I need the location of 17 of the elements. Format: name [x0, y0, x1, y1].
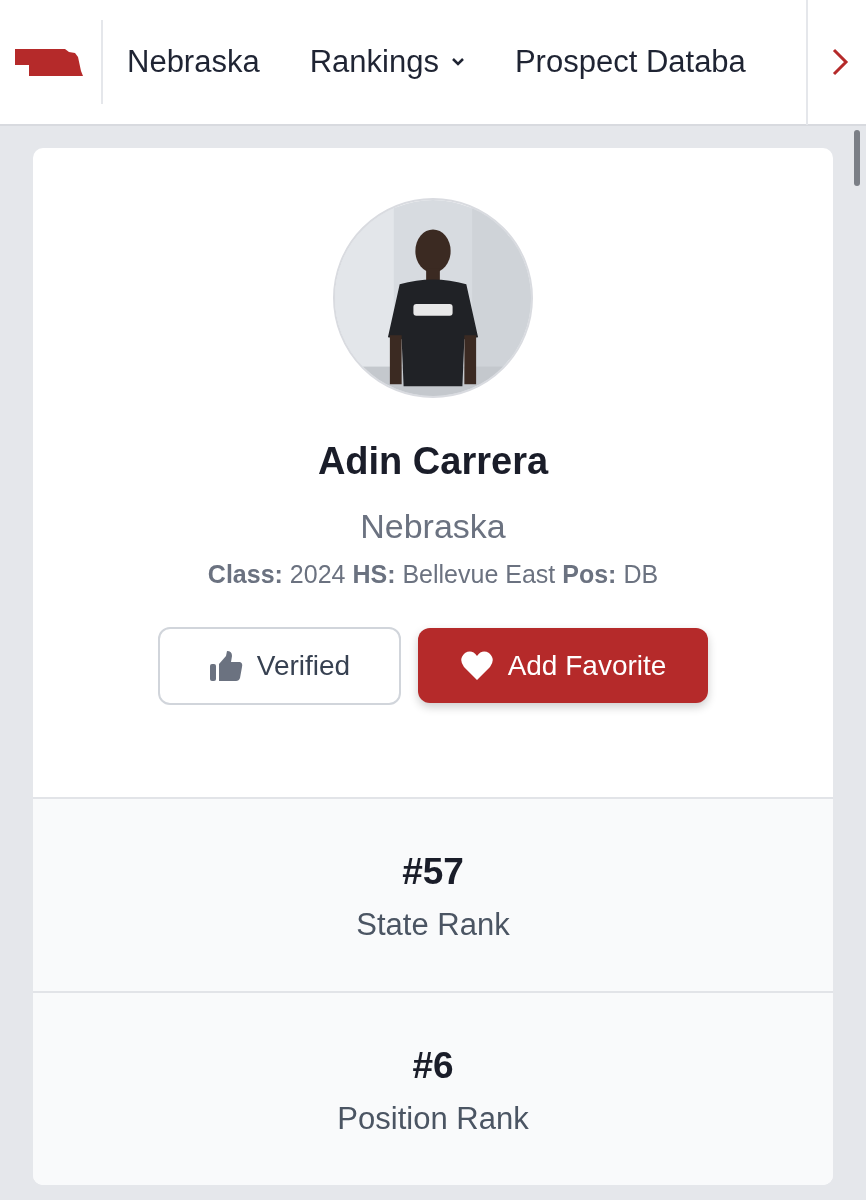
add-favorite-button[interactable]: Add Favorite: [418, 628, 708, 703]
scrollbar-thumb[interactable]: [854, 130, 860, 186]
rank-label: Position Rank: [337, 1101, 529, 1137]
verified-button[interactable]: Verified: [158, 627, 401, 705]
heart-icon: [459, 649, 494, 682]
rank-label: State Rank: [356, 907, 510, 943]
state-map-icon[interactable]: [15, 47, 83, 77]
thumbs-up-icon: [208, 650, 243, 682]
rank-value: #57: [402, 851, 464, 893]
rank-value: #6: [412, 1045, 454, 1087]
caret-icon: [450, 57, 465, 67]
nav-link[interactable]: Prospect Databa: [514, 44, 746, 80]
player-details: Class: 2024 HS: Bellevue East Pos: DB: [207, 560, 659, 589]
nav-dropdown[interactable]: Rankings: [309, 44, 465, 80]
player-state: Nebraska: [360, 507, 506, 546]
nav-link[interactable]: Nebraska: [127, 44, 260, 80]
player-name: Adin Carrera: [317, 440, 549, 483]
